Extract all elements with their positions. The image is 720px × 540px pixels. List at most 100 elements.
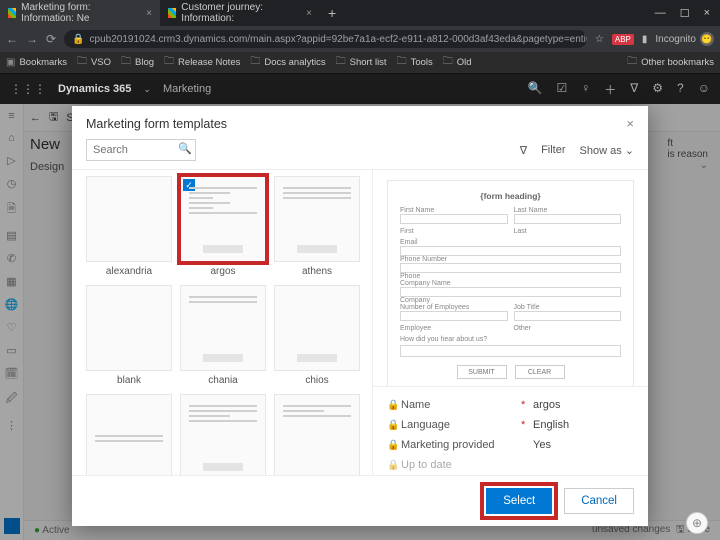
folder-icon: ▣ [6, 57, 15, 68]
url-text: cpub20191024.crm3.dynamics.com/main.aspx… [90, 34, 587, 45]
search-icon[interactable]: 🔍 [178, 142, 192, 155]
template-card[interactable]: kalamata [274, 394, 360, 475]
new-tab-button[interactable]: + [320, 5, 344, 21]
template-label: alexandria [106, 262, 152, 277]
task-icon[interactable]: ☑ [556, 81, 567, 98]
folder-icon: 🗀 [250, 54, 260, 71]
address-bar-row: ← → ⟳ 🔒 cpub20191024.crm3.dynamics.com/m… [0, 26, 720, 52]
other-bookmarks[interactable]: 🗀Other bookmarks [627, 54, 714, 71]
chevron-down-icon[interactable]: ⌄ [143, 84, 151, 95]
select-button[interactable]: Select [486, 488, 552, 514]
browser-tabs: Marketing form: Information: Ne × Custom… [0, 0, 720, 26]
folder-icon: 🗀 [627, 54, 637, 71]
modal-overlay: Marketing form templates × 🔍 ∇ Filter Sh… [0, 104, 720, 540]
incognito-icon: 😶 [700, 32, 714, 46]
meta-row4-label: Up to date [401, 459, 521, 471]
window-maximize-icon[interactable]: ☐ [680, 7, 690, 20]
chevron-down-icon: ⌄ [625, 145, 634, 157]
assistant-icon[interactable]: ♀ [581, 81, 590, 98]
bookmark-item[interactable]: ▣Bookmarks [6, 57, 67, 68]
bookmark-item[interactable]: 🗀Tools [397, 54, 433, 71]
filter-icon[interactable]: ∇ [630, 81, 638, 98]
area-name[interactable]: Marketing [163, 83, 211, 95]
show-as-button[interactable]: Show as ⌄ [580, 144, 634, 157]
meta-lang-value: English [533, 419, 569, 431]
lock-icon: 🔒 [387, 460, 401, 471]
lock-icon: 🔒 [387, 420, 401, 431]
meta-lang-label: Language [401, 419, 521, 431]
template-card[interactable]: heraklion [180, 394, 266, 475]
close-tab-icon[interactable]: × [306, 8, 312, 19]
folder-icon: 🗀 [121, 54, 131, 71]
required-icon: * [521, 399, 533, 411]
tab-title: Customer journey: Information: [181, 2, 295, 24]
dynamics-header: ⋮⋮⋮ Dynamics 365 ⌄ Marketing 🔍 ☑ ♀ ＋ ∇ ⚙… [0, 74, 720, 104]
bookmark-item[interactable]: 🗀VSO [77, 54, 111, 71]
search-icon[interactable]: 🔍 [528, 81, 543, 98]
template-card[interactable]: blank [86, 285, 172, 386]
template-gallery[interactable]: alexandria ✓ argos athens [72, 170, 372, 475]
incognito-badge: Incognito 😶 [655, 32, 714, 46]
template-card[interactable]: chania [180, 285, 266, 386]
close-icon[interactable]: × [626, 116, 634, 131]
browser-tab-0[interactable]: Marketing form: Information: Ne × [0, 0, 160, 26]
favicon-icon [168, 8, 176, 18]
bookmark-item[interactable]: 🗀Release Notes [164, 54, 240, 71]
required-icon: * [521, 419, 533, 431]
close-tab-icon[interactable]: × [146, 8, 152, 19]
preview-pane: {form heading} First Name Last Name Firs… [372, 170, 648, 475]
add-icon[interactable]: ＋ [604, 81, 616, 98]
favicon-icon [8, 8, 16, 18]
forward-icon[interactable]: → [26, 32, 38, 46]
reload-icon[interactable]: ⟳ [46, 32, 56, 46]
extension-icon[interactable]: ▮ [642, 34, 648, 45]
bookmarks-bar: ▣Bookmarks 🗀VSO 🗀Blog 🗀Release Notes 🗀Do… [0, 52, 720, 74]
folder-icon: 🗀 [77, 54, 87, 71]
window-minimize-icon[interactable]: — [655, 7, 666, 20]
select-highlight: Select [484, 486, 554, 516]
template-card[interactable]: alexandria [86, 176, 172, 277]
folder-icon: 🗀 [336, 54, 346, 71]
product-name[interactable]: Dynamics 365 [58, 83, 131, 95]
back-icon[interactable]: ← [6, 32, 18, 46]
template-label: chania [208, 371, 237, 386]
star-icon[interactable]: ☆ [595, 34, 604, 45]
folder-icon: 🗀 [397, 54, 407, 71]
template-card[interactable]: chios [274, 285, 360, 386]
user-avatar-icon[interactable]: ☺ [698, 81, 710, 98]
meta-name-label: Name [401, 399, 521, 411]
bookmark-item[interactable]: 🗀Old [443, 54, 472, 71]
form-preview: {form heading} First Name Last Name Firs… [387, 180, 634, 386]
preview-heading: {form heading} [400, 191, 621, 201]
lock-icon: 🔒 [387, 400, 401, 411]
template-label: blank [117, 371, 141, 386]
gear-icon[interactable]: ⚙ [652, 81, 663, 98]
preview-clear: CLEAR [515, 365, 565, 379]
meta-name-value: argos [533, 399, 561, 411]
window-close-icon[interactable]: × [704, 7, 710, 20]
abp-icon[interactable]: ABP [612, 34, 634, 45]
page-content: ≡ ⌂ ▷ ◷ 🗎 ▤ ✆ ▦ 🌐 ♡ ▭ 🗓 🖉 ⋮ ← 🖫 Save New… [0, 104, 720, 540]
template-card[interactable]: corfu [86, 394, 172, 475]
lock-icon: 🔒 [72, 34, 84, 45]
filter-icon[interactable]: ∇ [520, 144, 527, 157]
browser-tab-1[interactable]: Customer journey: Information: × [160, 0, 320, 26]
template-label: chios [305, 371, 328, 386]
meta-mkt-value: Yes [533, 439, 551, 451]
template-card-selected[interactable]: ✓ argos [180, 176, 266, 277]
template-metadata: 🔒 Name * argos 🔒 Language * English [373, 386, 648, 475]
app-launcher-icon[interactable]: ⋮⋮⋮ [10, 82, 46, 96]
help-icon[interactable]: ? [677, 81, 684, 98]
template-card[interactable]: athens [274, 176, 360, 277]
filter-button[interactable]: Filter [541, 144, 565, 156]
folder-icon: 🗀 [164, 54, 174, 71]
bookmark-item[interactable]: 🗀Blog [121, 54, 154, 71]
tab-title: Marketing form: Information: Ne [21, 2, 135, 24]
bookmark-item[interactable]: 🗀Docs analytics [250, 54, 325, 71]
search-field[interactable]: 🔍 [86, 139, 196, 161]
meta-mkt-label: Marketing provided [401, 439, 521, 451]
cancel-button[interactable]: Cancel [564, 488, 634, 514]
folder-icon: 🗀 [443, 54, 453, 71]
url-bar[interactable]: 🔒 cpub20191024.crm3.dynamics.com/main.as… [64, 30, 587, 48]
bookmark-item[interactable]: 🗀Short list [336, 54, 387, 71]
